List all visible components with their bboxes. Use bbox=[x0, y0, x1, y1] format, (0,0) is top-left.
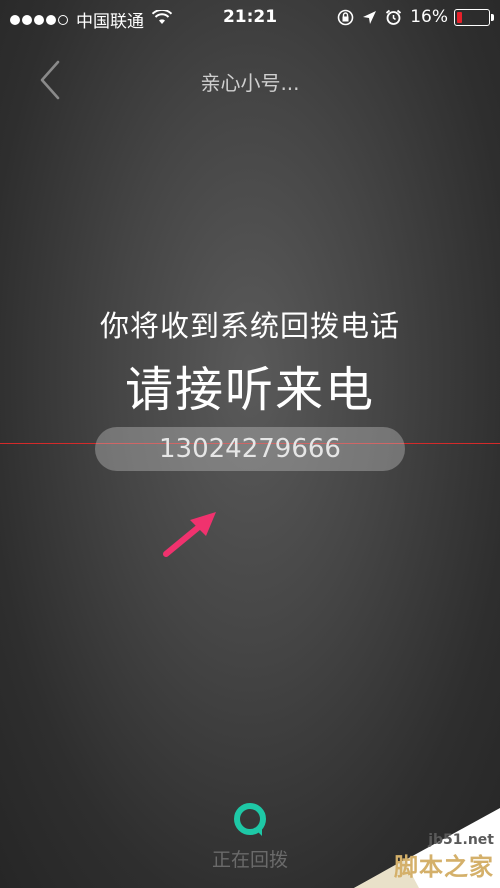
battery-level bbox=[457, 11, 462, 23]
battery-icon bbox=[454, 8, 494, 26]
navigation-bar: 亲心小号... bbox=[0, 50, 500, 110]
location-arrow-icon bbox=[362, 10, 377, 25]
callback-headline: 你将收到系统回拨电话 bbox=[99, 309, 400, 343]
page-title: 亲心小号... bbox=[200, 71, 300, 95]
watermark-name: 脚本之家 bbox=[394, 853, 494, 881]
alarm-icon bbox=[385, 9, 402, 26]
orientation-lock-icon bbox=[337, 9, 354, 26]
battery-percent: 16% bbox=[410, 7, 448, 27]
phone-number-badge: 13024279666 bbox=[95, 427, 405, 471]
annotation-arrow-icon bbox=[163, 512, 216, 557]
status-bar: 中国联通 21:21 16% bbox=[0, 0, 500, 34]
app-logo-icon bbox=[234, 803, 266, 836]
site-watermark: jb51.net 脚本之家 bbox=[344, 808, 500, 888]
answer-call-instruction: 请接听来电 bbox=[124, 362, 375, 418]
watermark-url: jb51.net bbox=[428, 832, 494, 848]
status-right: 16% bbox=[329, 7, 494, 27]
